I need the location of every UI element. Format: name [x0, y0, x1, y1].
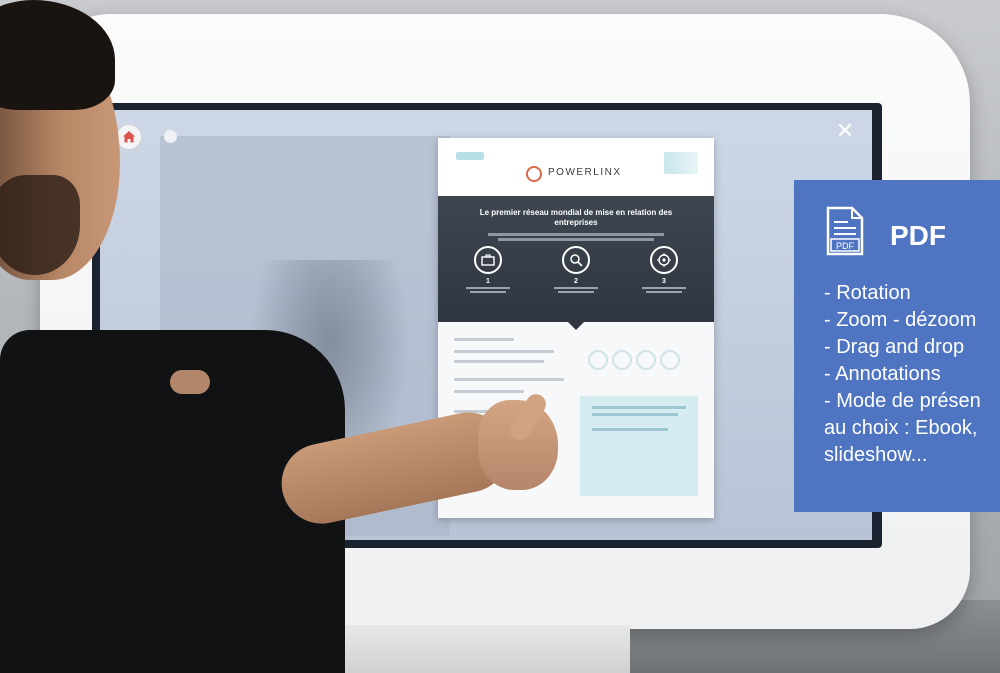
- pdf-step-number: 1: [486, 278, 490, 285]
- search-icon: [562, 246, 590, 274]
- pdf-step-desc: [546, 287, 606, 293]
- pdf-header-badge: [664, 152, 698, 174]
- feature-item: slideshow...: [824, 444, 928, 466]
- pdf-text-line: [454, 378, 564, 381]
- pdf-step-3: 3: [634, 246, 694, 295]
- svg-text:PDF: PDF: [836, 241, 855, 251]
- pdf-step-2: 2: [546, 246, 606, 295]
- close-icon: ✕: [835, 118, 855, 143]
- feature-item: au choix : Ebook,: [824, 417, 978, 439]
- photo-scene: ✕ POWERLINX Le premier réseau mondial de…: [0, 0, 1000, 673]
- home-icon: [123, 131, 135, 143]
- pdf-text-line: [454, 390, 524, 393]
- pdf-header-mark: [456, 152, 484, 160]
- pdf-band-pointer: [568, 322, 584, 330]
- pdf-text-line: [454, 360, 544, 363]
- feature-item: - Zoom - dézoom: [824, 309, 977, 331]
- pdf-step-desc: [634, 287, 694, 293]
- kiosk-stand: [300, 625, 630, 673]
- powerlinx-logo-icon: [526, 166, 542, 182]
- feature-item: - Mode de présen: [824, 390, 981, 412]
- home-button[interactable]: [116, 124, 142, 150]
- pdf-step-1: 1: [458, 246, 518, 295]
- feature-item: - Annotations: [824, 363, 941, 385]
- pdf-brand: POWERLINX: [548, 167, 622, 178]
- feature-item: - Rotation: [824, 282, 911, 304]
- pdf-text-line: [454, 338, 514, 341]
- target-icon: [650, 246, 678, 274]
- pdf-feature-panel: PDF PDF - Rotation - Zoom - dézoom - Dra…: [794, 180, 1000, 512]
- page-indicator-dot[interactable]: [164, 130, 177, 143]
- panel-title: PDF: [890, 220, 946, 251]
- pdf-step-number: 3: [662, 278, 666, 285]
- person-left-hand: [170, 370, 210, 394]
- pdf-ring-graphics: [588, 350, 684, 375]
- pdf-step-number: 2: [574, 278, 578, 285]
- briefcase-icon: [474, 246, 502, 274]
- pdf-text-line: [454, 350, 554, 353]
- pdf-file-icon: PDF: [826, 206, 864, 256]
- pdf-subtext: [468, 231, 684, 243]
- feature-list: - Rotation - Zoom - dézoom - Drag and dr…: [824, 280, 981, 469]
- pdf-quote-box: [580, 396, 698, 496]
- pdf-step-desc: [458, 287, 518, 293]
- feature-item: - Drag and drop: [824, 336, 965, 358]
- close-button[interactable]: ✕: [834, 120, 856, 142]
- pdf-headline: Le premier réseau mondial de mise en rel…: [479, 208, 673, 227]
